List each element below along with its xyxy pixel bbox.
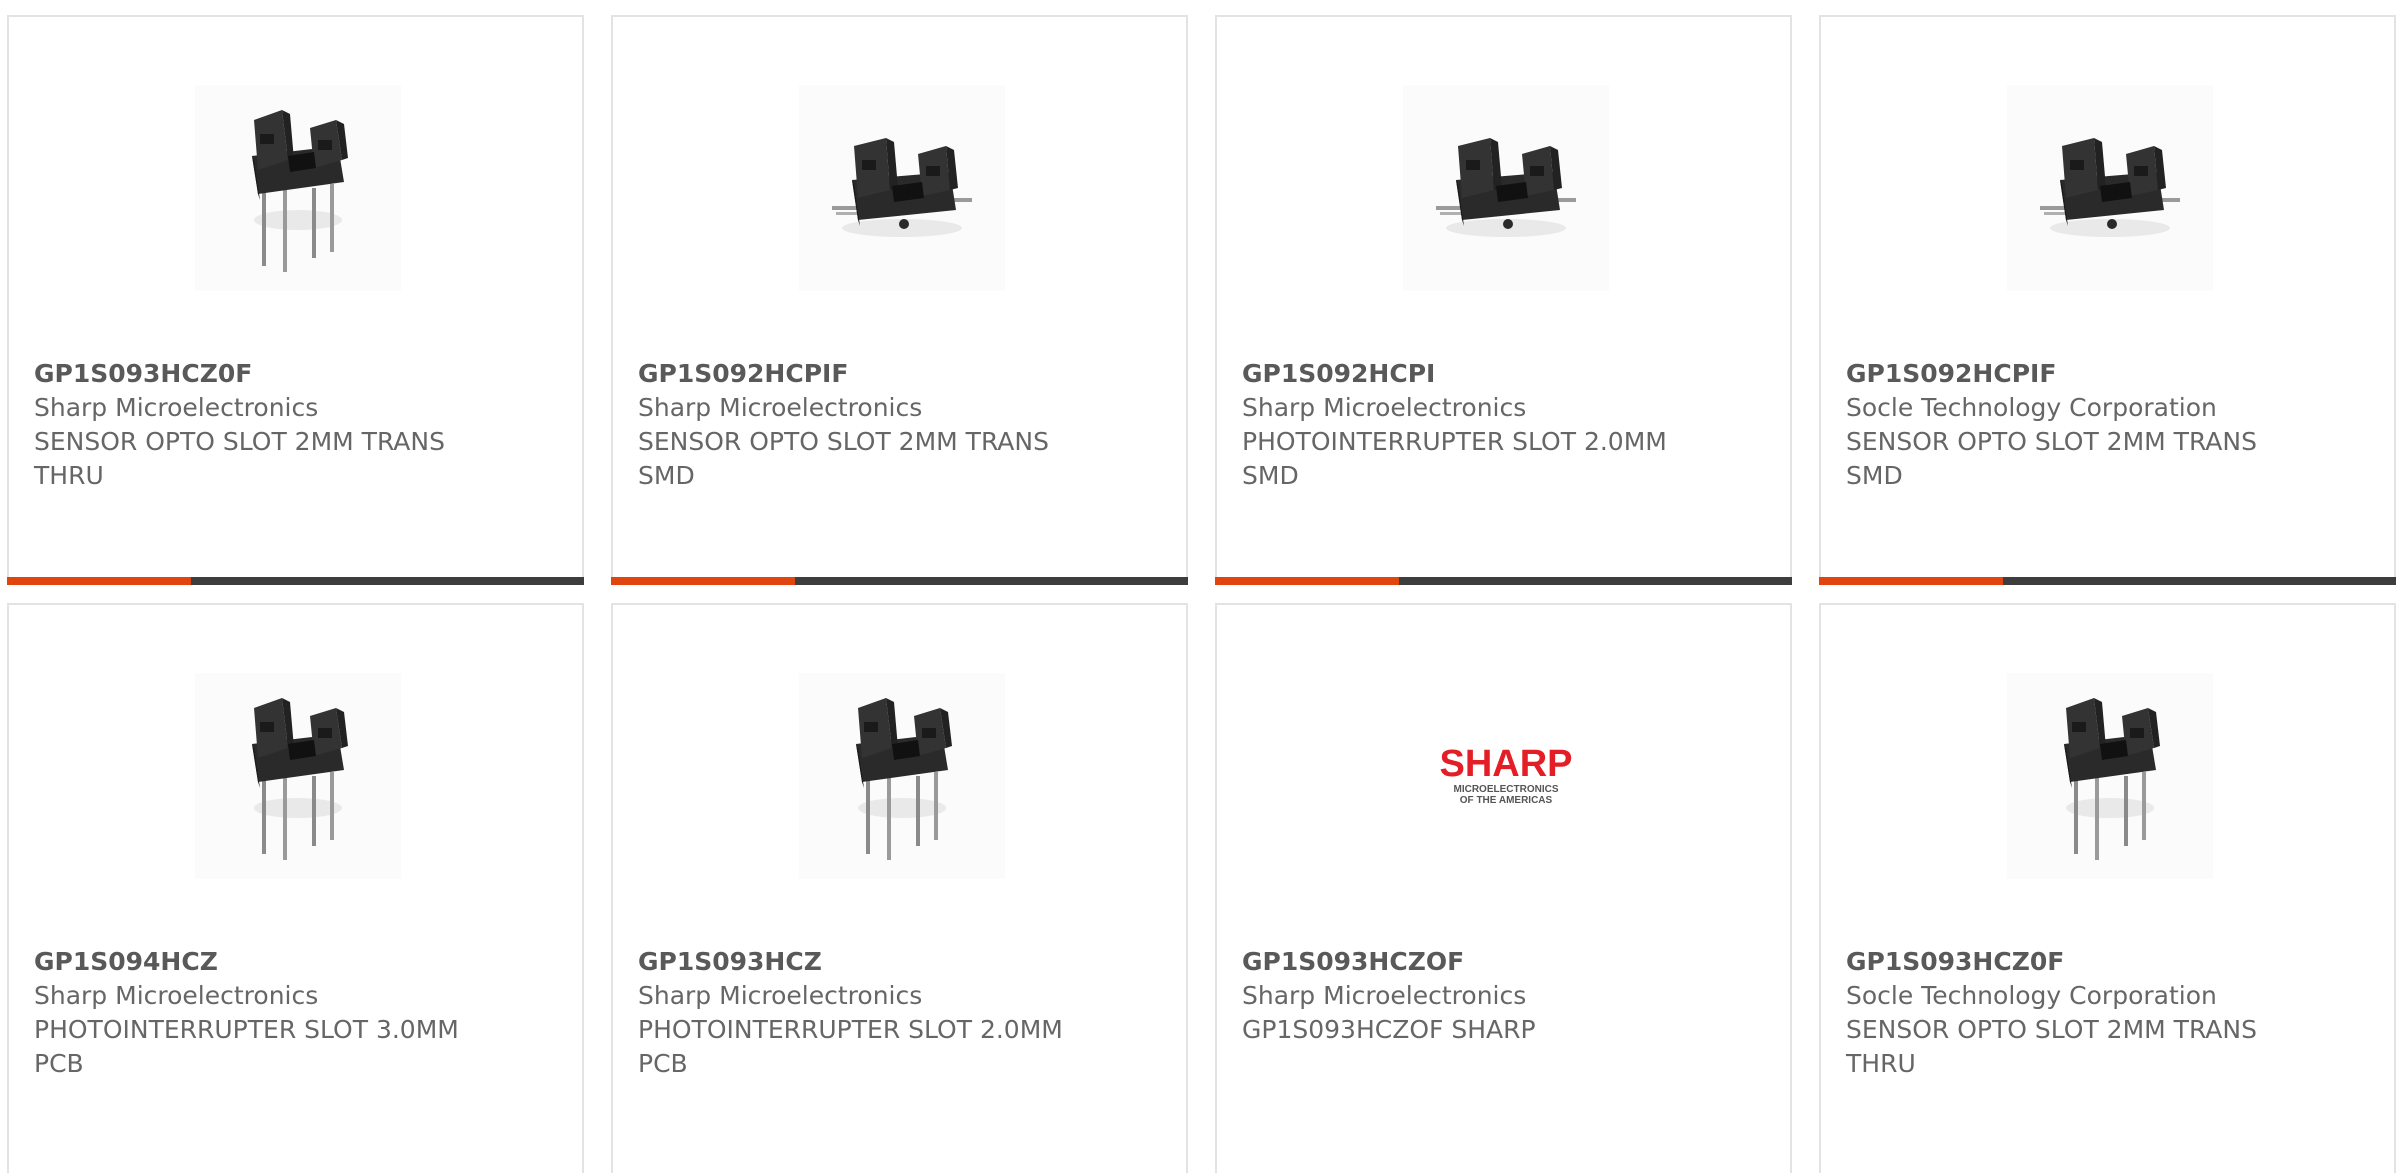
manufacturer: Sharp Microelectronics xyxy=(638,981,923,1010)
product-card[interactable]: GP1S093HCZ0F Socle Technology Corporatio… xyxy=(1819,603,2396,1173)
product-card[interactable]: GP1S092HCPI Sharp Microelectronics PHOTO… xyxy=(1215,15,1792,585)
part-number-link[interactable]: GP1S093HCZ0F xyxy=(1846,945,2369,979)
product-card[interactable]: GP1S093HCZ0F Sharp Microelectronics SENS… xyxy=(7,15,584,585)
card-accent-bar xyxy=(1819,577,2396,585)
photointerrupter-thru-hole-icon xyxy=(842,686,962,866)
photointerrupter-smd-icon xyxy=(822,128,982,248)
manufacturer: Sharp Microelectronics xyxy=(1242,981,1527,1010)
description: PHOTOINTERRUPTER SLOT 2.0MM SMD xyxy=(1242,427,1667,490)
card-accent-bar-highlight xyxy=(611,577,795,585)
photointerrupter-smd-icon xyxy=(1426,128,1586,248)
product-image[interactable]: SHARP MICROELECTRONICS OF THE AMERICAS xyxy=(1403,673,1609,879)
card-accent-bar xyxy=(611,577,1188,585)
part-number-link[interactable]: GP1S093HCZOF xyxy=(1242,945,1765,979)
product-image[interactable] xyxy=(799,673,1005,879)
part-number-link[interactable]: GP1S094HCZ xyxy=(34,945,557,979)
product-card[interactable]: GP1S093HCZ Sharp Microelectronics PHOTOI… xyxy=(611,603,1188,1173)
description: SENSOR OPTO SLOT 2MM TRANS THRU xyxy=(34,427,445,490)
part-number-link[interactable]: GP1S092HCPIF xyxy=(638,357,1161,391)
product-image[interactable] xyxy=(195,85,401,291)
description: SENSOR OPTO SLOT 2MM TRANS SMD xyxy=(1846,427,2257,490)
product-card[interactable]: GP1S092HCPIF Sharp Microelectronics SENS… xyxy=(611,15,1188,585)
product-card[interactable]: SHARP MICROELECTRONICS OF THE AMERICAS G… xyxy=(1215,603,1792,1173)
photointerrupter-thru-hole-icon xyxy=(238,686,358,866)
photointerrupter-thru-hole-icon xyxy=(2050,686,2170,866)
card-accent-bar-highlight xyxy=(1819,577,2003,585)
product-image[interactable] xyxy=(195,673,401,879)
card-accent-bar xyxy=(1215,577,1792,585)
part-number-link[interactable]: GP1S093HCZ xyxy=(638,945,1161,979)
product-image[interactable] xyxy=(2007,85,2213,291)
description: SENSOR OPTO SLOT 2MM TRANS SMD xyxy=(638,427,1049,490)
product-image[interactable] xyxy=(1403,85,1609,291)
photointerrupter-thru-hole-icon xyxy=(238,98,358,278)
manufacturer: Socle Technology Corporation xyxy=(1846,981,2217,1010)
description: SENSOR OPTO SLOT 2MM TRANS THRU xyxy=(1846,1015,2257,1078)
photointerrupter-smd-icon xyxy=(2030,128,2190,248)
manufacturer: Sharp Microelectronics xyxy=(1242,393,1527,422)
product-image[interactable] xyxy=(2007,673,2213,879)
sharp-logo-brand: SHARP xyxy=(1439,743,1572,785)
part-number-link[interactable]: GP1S092HCPI xyxy=(1242,357,1765,391)
manufacturer: Sharp Microelectronics xyxy=(638,393,923,422)
sharp-logo-tagline: OF THE AMERICAS xyxy=(1460,795,1553,806)
description: PHOTOINTERRUPTER SLOT 2.0MM PCB xyxy=(638,1015,1063,1078)
manufacturer: Sharp Microelectronics xyxy=(34,981,319,1010)
description: GP1S093HCZOF SHARP xyxy=(1242,1015,1536,1044)
product-image[interactable] xyxy=(799,85,1005,291)
description: PHOTOINTERRUPTER SLOT 3.0MM PCB xyxy=(34,1015,459,1078)
part-number-link[interactable]: GP1S093HCZ0F xyxy=(34,357,557,391)
sharp-logo: SHARP MICROELECTRONICS OF THE AMERICAS xyxy=(1439,743,1572,806)
product-card[interactable]: GP1S094HCZ Sharp Microelectronics PHOTOI… xyxy=(7,603,584,1173)
card-accent-bar-highlight xyxy=(1215,577,1399,585)
product-card[interactable]: GP1S092HCPIF Socle Technology Corporatio… xyxy=(1819,15,2396,585)
card-accent-bar xyxy=(7,577,584,585)
sharp-logo-tagline: MICROELECTRONICS xyxy=(1454,784,1559,795)
part-number-link[interactable]: GP1S092HCPIF xyxy=(1846,357,2369,391)
manufacturer: Sharp Microelectronics xyxy=(34,393,319,422)
card-accent-bar-highlight xyxy=(7,577,191,585)
manufacturer: Socle Technology Corporation xyxy=(1846,393,2217,422)
